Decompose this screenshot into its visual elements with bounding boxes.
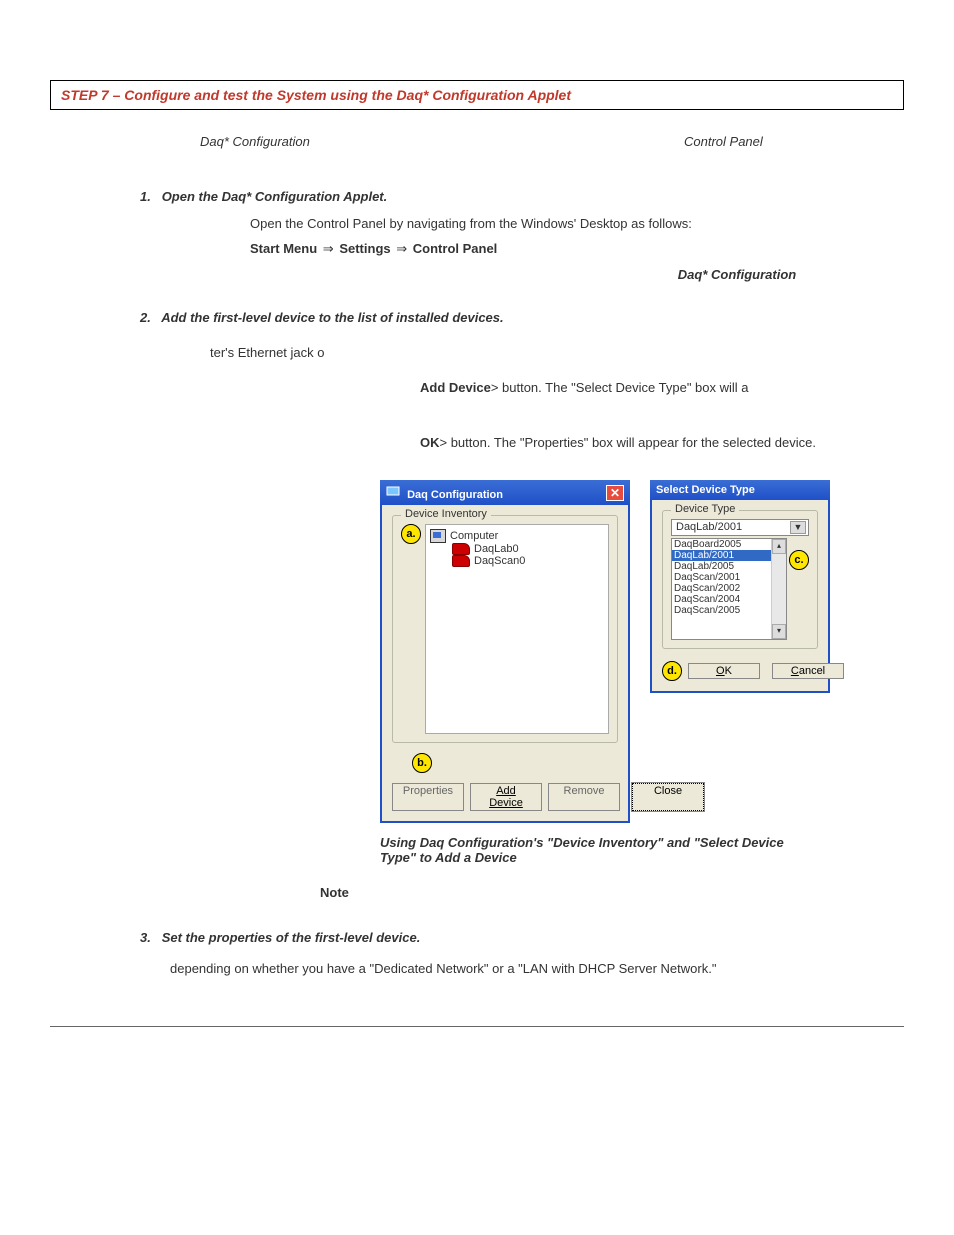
- device-icon: [452, 543, 470, 555]
- tree-item[interactable]: DaqLab0: [452, 543, 604, 555]
- nav-settings: Settings: [339, 241, 390, 256]
- nav-control-panel: Control Panel: [413, 241, 498, 256]
- step-3: 3. Set the properties of the first-level…: [140, 930, 904, 976]
- step-2-frag1: ter's Ethernet jack o: [210, 345, 904, 360]
- ok-label: K: [725, 665, 732, 677]
- step-1-title: Open the Daq* Configuration Applet.: [162, 189, 388, 204]
- note-label: Note: [320, 885, 904, 900]
- scroll-up-icon[interactable]: ▴: [772, 539, 786, 554]
- figure-row: Daq Configuration ✕ Device Inventory a.: [380, 480, 904, 823]
- cancel-label: ancel: [799, 665, 825, 677]
- computer-icon: [430, 529, 446, 543]
- close-icon[interactable]: ✕: [606, 485, 624, 501]
- scroll-down-icon[interactable]: ▾: [772, 624, 786, 639]
- list-item[interactable]: DaqLab/2001: [672, 550, 786, 561]
- step-1: 1. Open the Daq* Configuration Applet. O…: [140, 189, 904, 282]
- add-device-strong: Add Device: [420, 380, 491, 395]
- list-item[interactable]: DaqLab/2005: [672, 561, 786, 572]
- list-item[interactable]: DaqScan/2002: [672, 583, 786, 594]
- step-2-frag2: Add Device> button. The "Select Device T…: [420, 380, 904, 395]
- footer-rule: [50, 1026, 904, 1027]
- figure-caption: Using Daq Configuration's "Device Invent…: [380, 835, 810, 865]
- step-2-num: 2.: [140, 310, 151, 325]
- device-inventory-group: Device Inventory a. Computer: [392, 515, 618, 743]
- step-2-title: Add the first-level device to the list o…: [161, 310, 503, 325]
- tree-item-label: DaqScan0: [474, 555, 525, 567]
- device-type-list[interactable]: DaqBoard2005 DaqLab/2001 DaqLab/2005 Daq…: [671, 538, 787, 640]
- chevron-down-icon[interactable]: ▼: [790, 521, 806, 534]
- device-type-combo[interactable]: DaqLab/2001 ▼: [671, 519, 809, 536]
- device-tree[interactable]: Computer DaqLab0: [425, 524, 609, 734]
- step-2: 2. Add the first-level device to the lis…: [140, 310, 904, 900]
- callout-a: a.: [401, 524, 421, 544]
- ok-strong: OK: [420, 435, 440, 450]
- tree-root[interactable]: Computer: [430, 529, 604, 543]
- remove-button[interactable]: Remove: [548, 783, 620, 811]
- arrow-icon: ⇒: [394, 241, 409, 256]
- daq-config-dialog: Daq Configuration ✕ Device Inventory a.: [380, 480, 630, 823]
- list-item[interactable]: DaqScan/2004: [672, 594, 786, 605]
- callout-c: c.: [789, 550, 809, 570]
- dialog1-titlebar: Daq Configuration ✕: [380, 480, 630, 505]
- add-device-button[interactable]: Add Device: [470, 783, 542, 811]
- group-label: Device Inventory: [401, 508, 491, 520]
- frag3b: > button. The "Properties" box will appe…: [440, 435, 816, 450]
- step-header-text: STEP 7 – Configure and test the System u…: [61, 87, 571, 103]
- tree-root-label: Computer: [450, 530, 498, 542]
- dialog1-title: Daq Configuration: [407, 489, 503, 501]
- properties-button[interactable]: Properties: [392, 783, 464, 811]
- list-item[interactable]: DaqScan/2001: [672, 572, 786, 583]
- daq-config-label: Daq* Configuration: [570, 267, 904, 282]
- combo-value: DaqLab/2001: [676, 521, 742, 534]
- device-icon: [452, 555, 470, 567]
- dialog2-title: Select Device Type: [656, 484, 755, 496]
- step-1-num: 1.: [140, 189, 151, 204]
- callout-d: d.: [662, 661, 682, 681]
- ok-button[interactable]: OK: [688, 663, 760, 679]
- step-2-frag3: OK> button. The "Properties" box will ap…: [420, 435, 904, 450]
- arrow-icon: ⇒: [321, 241, 336, 256]
- cancel-button[interactable]: Cancel: [772, 663, 844, 679]
- group-label2: Device Type: [671, 503, 739, 515]
- nav-start: Start Menu: [250, 241, 317, 256]
- callout-b: b.: [412, 753, 432, 773]
- label-left: Daq* Configuration: [200, 134, 684, 149]
- tree-item-label: DaqLab0: [474, 543, 519, 555]
- step-3-num: 3.: [140, 930, 151, 945]
- nav-path: Start Menu ⇒ Settings ⇒ Control Panel: [250, 241, 904, 257]
- app-icon: [386, 484, 400, 498]
- frag2b: > button. The "Select Device Type" box w…: [491, 380, 749, 395]
- device-type-group: Device Type DaqLab/2001 ▼ DaqBoard2005 D…: [662, 510, 818, 649]
- step-1-body: Open the Control Panel by navigating fro…: [250, 216, 904, 231]
- step-3-body: depending on whether you have a "Dedicat…: [170, 961, 904, 976]
- tree-item[interactable]: DaqScan0: [452, 555, 604, 567]
- dialog2-titlebar: Select Device Type: [650, 480, 830, 500]
- scrollbar[interactable]: ▴ ▾: [771, 539, 786, 639]
- step-header: STEP 7 – Configure and test the System u…: [50, 80, 904, 110]
- select-device-type-dialog: Select Device Type Device Type DaqLab/20…: [650, 480, 830, 823]
- label-right: Control Panel: [684, 134, 904, 149]
- list-item[interactable]: DaqScan/2005: [672, 605, 786, 616]
- two-labels-row: Daq* Configuration Control Panel: [200, 134, 904, 149]
- list-item[interactable]: DaqBoard2005: [672, 539, 786, 550]
- step-3-title: Set the properties of the first-level de…: [162, 930, 421, 945]
